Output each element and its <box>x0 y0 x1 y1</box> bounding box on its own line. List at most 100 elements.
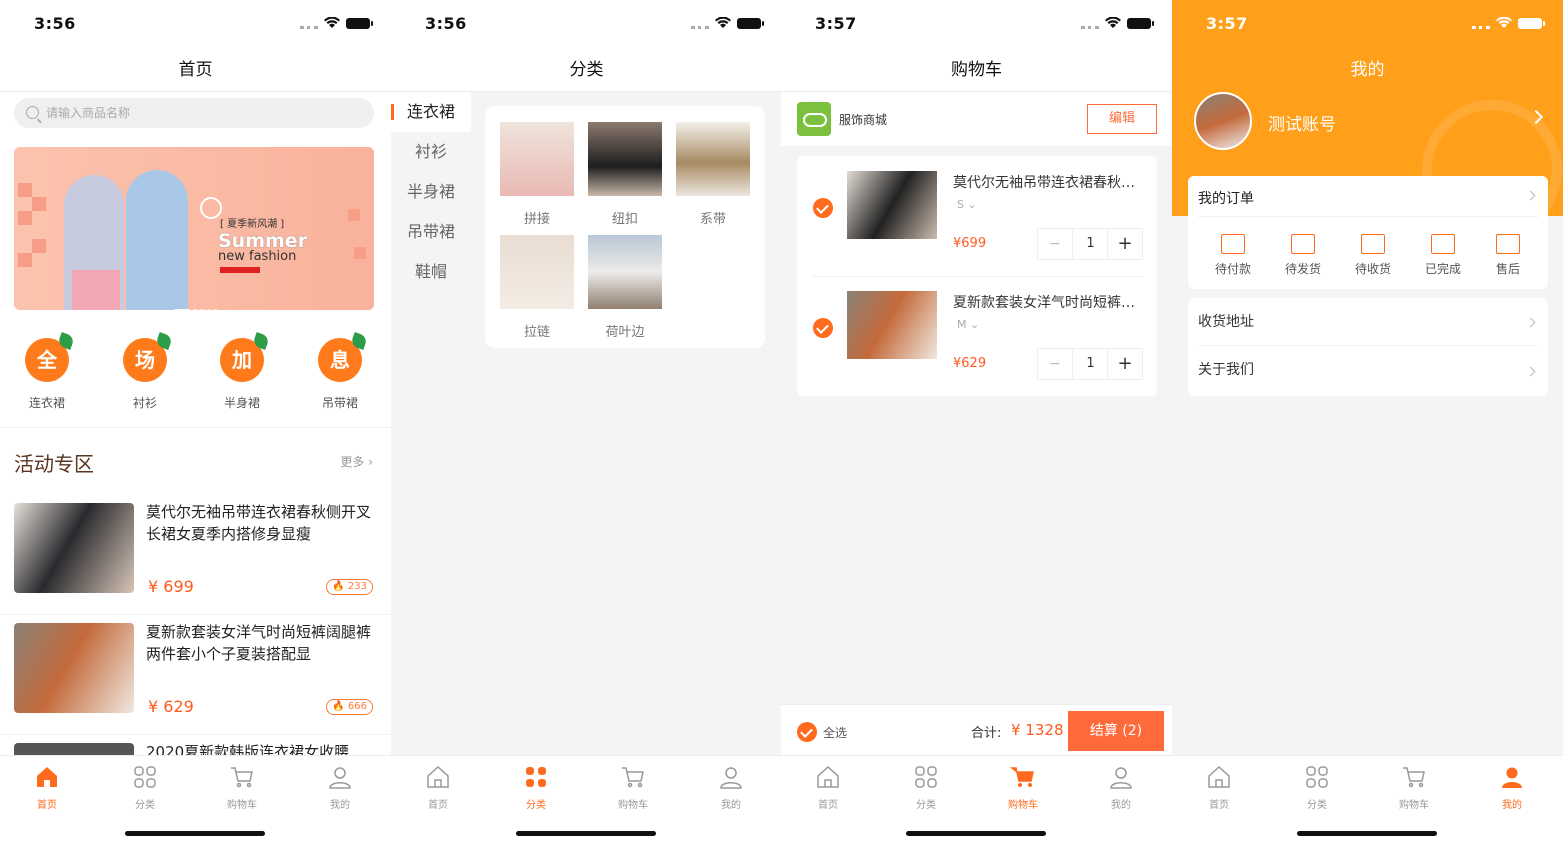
checkout-button[interactable]: 结算 (2) <box>1068 711 1164 751</box>
category-label: 衬衫 <box>132 396 157 410</box>
edit-button[interactable]: 编辑 <box>1087 104 1157 134</box>
home-icon <box>1208 765 1230 788</box>
cart-item-price: ¥699 <box>953 236 987 251</box>
increase-button[interactable]: + <box>1107 349 1142 379</box>
tab-cart[interactable]: 购物车 <box>1384 764 1444 811</box>
item-checkbox[interactable] <box>813 318 833 338</box>
select-all-checkbox[interactable] <box>797 722 817 742</box>
banner-decoration <box>348 209 360 221</box>
orders-title[interactable]: 我的订单 <box>1198 188 1254 208</box>
sidebar-item[interactable]: 鞋帽 <box>391 252 471 292</box>
category-shortcut[interactable]: 全 连衣裙 <box>12 338 82 411</box>
list-item-about[interactable]: 关于我们 <box>1198 346 1538 394</box>
tab-mine[interactable]: 我的 <box>310 764 370 811</box>
cart-item-title[interactable]: 莫代尔无袖吊带连衣裙春秋侧开叉长裙 <box>953 172 1141 192</box>
truck-icon <box>1291 234 1315 254</box>
banner-subline: new fashion <box>218 249 297 264</box>
decrease-button[interactable]: − <box>1038 229 1073 259</box>
search-placeholder: 请输入商品名称 <box>46 106 131 120</box>
tab-cart[interactable]: 购物车 <box>603 764 663 811</box>
subcategory-label: 拼接 <box>523 212 550 227</box>
tab-mine[interactable]: 我的 <box>1482 764 1542 811</box>
banner-decoration <box>32 239 46 253</box>
order-status-label: 待发货 <box>1284 262 1321 276</box>
subcategory-item[interactable]: 荷叶边 <box>588 235 662 340</box>
category-screen: 3:56 分类 连衣裙 衬衫 半身裙 吊带裙 鞋帽 拼接 纽扣 系带 拉链 荷叶… <box>391 0 782 844</box>
divider <box>1198 216 1538 217</box>
avatar[interactable] <box>1194 92 1252 150</box>
subcategory-item[interactable]: 拼接 <box>500 122 574 227</box>
quantity-value[interactable]: 1 <box>1073 229 1108 259</box>
signal-icon <box>1081 26 1099 29</box>
category-icon: 场 <box>123 338 167 382</box>
category-shortcut[interactable]: 息 吊带裙 <box>305 338 375 411</box>
tab-cart[interactable]: 购物车 <box>993 764 1053 811</box>
category-icon: 加 <box>220 338 264 382</box>
sidebar-item[interactable]: 半身裙 <box>391 172 471 212</box>
tab-mine[interactable]: 我的 <box>701 764 761 811</box>
tab-label: 购物车 <box>1008 800 1038 811</box>
tab-label: 首页 <box>1209 800 1229 811</box>
subcategory-item[interactable]: 系带 <box>676 122 750 227</box>
cart-icon <box>622 767 644 788</box>
size-selector[interactable]: M ⌄ <box>957 318 979 331</box>
banner-pagination[interactable] <box>174 298 221 310</box>
subcategory-label: 拉链 <box>523 325 550 340</box>
home-indicator <box>125 831 265 836</box>
chevron-right-icon[interactable] <box>1525 190 1536 201</box>
order-status-item[interactable]: 待付款 <box>1208 234 1258 277</box>
grid-icon <box>915 766 937 788</box>
order-status-item[interactable]: 售后 <box>1483 234 1533 277</box>
sidebar-item[interactable]: 连衣裙 <box>391 92 471 132</box>
tab-cart[interactable]: 购物车 <box>212 764 272 811</box>
tab-category[interactable]: 分类 <box>115 764 175 811</box>
username[interactable]: 测试账号 <box>1268 110 1336 135</box>
banner-decoration <box>18 211 32 225</box>
banner-skirt <box>72 270 120 310</box>
quantity-value[interactable]: 1 <box>1073 349 1108 379</box>
order-status-item[interactable]: 待收货 <box>1348 234 1398 277</box>
status-time: 3:57 <box>1206 14 1248 33</box>
subcategory-image <box>588 235 662 309</box>
product-card[interactable]: 莫代尔无袖吊带连衣裙春秋侧开叉长裙女夏季内搭修身显瘦 ¥ 699 🔥 233 <box>0 495 391 615</box>
category-icon: 息 <box>318 338 362 382</box>
tab-category[interactable]: 分类 <box>1287 764 1347 811</box>
tab-category[interactable]: 分类 <box>506 764 566 811</box>
mine-background <box>1172 216 1563 755</box>
more-link[interactable]: 更多 › <box>340 453 373 470</box>
order-status-item[interactable]: 待发货 <box>1278 234 1328 277</box>
category-shortcut[interactable]: 场 衬衫 <box>110 338 180 411</box>
tab-category[interactable]: 分类 <box>896 764 956 811</box>
item-checkbox[interactable] <box>813 198 833 218</box>
list-item-address[interactable]: 收货地址 <box>1198 298 1538 346</box>
cart-item-title[interactable]: 夏新款套装女洋气时尚短裤阔腿裤两件套 <box>953 292 1141 312</box>
subcategory-item[interactable]: 纽扣 <box>588 122 662 227</box>
subcategory-label: 纽扣 <box>611 212 638 227</box>
cart-item-image[interactable] <box>847 171 937 239</box>
increase-button[interactable]: + <box>1107 229 1142 259</box>
home-icon <box>427 765 449 788</box>
order-status-item[interactable]: 已完成 <box>1418 234 1468 277</box>
tab-label: 首页 <box>37 800 57 811</box>
search-icon <box>26 106 39 119</box>
tab-home[interactable]: 首页 <box>1189 764 1249 811</box>
wifi-icon <box>1496 17 1512 28</box>
select-all-label[interactable]: 全选 <box>823 724 847 741</box>
cart-icon <box>1403 767 1425 788</box>
tab-mine[interactable]: 我的 <box>1091 764 1151 811</box>
product-title: 莫代尔无袖吊带连衣裙春秋侧开叉长裙女夏季内搭修身显瘦 <box>146 503 372 543</box>
tab-home[interactable]: 首页 <box>798 764 858 811</box>
signal-icon <box>1472 26 1490 29</box>
sidebar-item[interactable]: 衬衫 <box>391 132 471 172</box>
tab-home[interactable]: 首页 <box>17 764 77 811</box>
subcategory-item[interactable]: 拉链 <box>500 235 574 340</box>
size-selector[interactable]: S ⌄ <box>957 198 977 211</box>
category-shortcut[interactable]: 加 半身裙 <box>207 338 277 411</box>
product-card[interactable]: 夏新款套装女洋气时尚短裤阔腿裤两件套小个子夏装搭配显 ¥ 629 🔥 666 <box>0 615 391 735</box>
decrease-button[interactable]: − <box>1038 349 1073 379</box>
cart-item-image[interactable] <box>847 291 937 359</box>
promo-banner[interactable]: [ 夏季新风潮 ] Summer new fashion <box>14 147 374 310</box>
search-input[interactable]: 请输入商品名称 <box>14 98 374 128</box>
tab-home[interactable]: 首页 <box>408 764 468 811</box>
sidebar-item[interactable]: 吊带裙 <box>391 212 471 252</box>
